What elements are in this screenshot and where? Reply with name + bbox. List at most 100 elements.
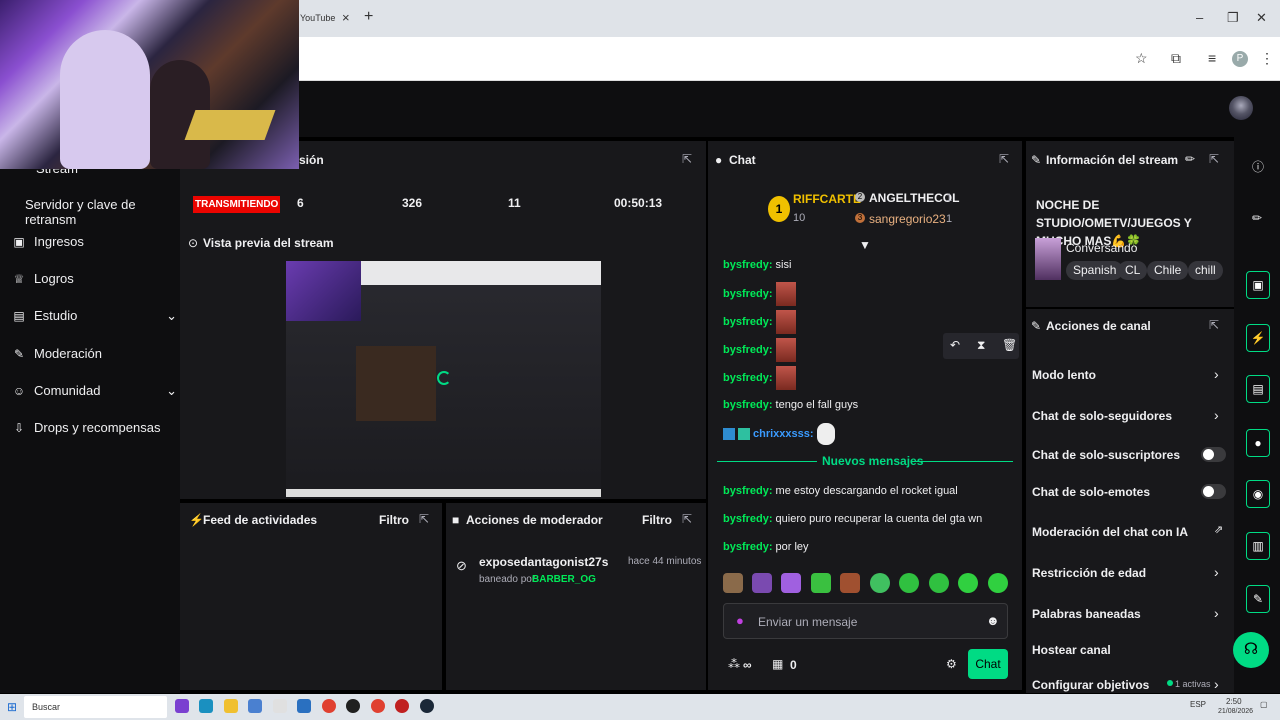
emote-picker-icon[interactable]: ☻ bbox=[986, 613, 1000, 628]
taskbar-calculator-icon[interactable] bbox=[248, 699, 262, 713]
popout-icon[interactable]: ⇱ bbox=[682, 152, 692, 166]
rail-document-icon[interactable]: ▤ bbox=[1246, 375, 1270, 403]
popout-icon[interactable]: ⇱ bbox=[682, 512, 692, 526]
browser-profile-icon[interactable]: P bbox=[1232, 51, 1248, 67]
quick-emote[interactable] bbox=[870, 573, 890, 593]
action-age-restriction[interactable]: Restricción de edad bbox=[1032, 566, 1146, 580]
leaderboard-name-3[interactable]: sangregorio23 bbox=[869, 212, 946, 226]
mod-action-by[interactable]: BARBER_OG bbox=[532, 574, 596, 585]
nav-item-server-key[interactable]: Servidor y clave de retransm bbox=[25, 197, 190, 227]
taskbar-store-icon[interactable] bbox=[273, 699, 287, 713]
browser-tab[interactable]: YouTube × + bbox=[296, 0, 388, 37]
chat-message[interactable]: bysfredy: por ley bbox=[723, 541, 809, 553]
popout-icon[interactable]: ⇱ bbox=[999, 152, 1009, 166]
windows-start-icon[interactable]: ⊞ bbox=[7, 700, 17, 714]
taskbar-obs-icon[interactable] bbox=[346, 699, 360, 713]
rail-lightning-icon[interactable]: ⚡ bbox=[1246, 324, 1270, 352]
nav-item-drops[interactable]: ⇩ Drops y recompensas bbox=[12, 420, 177, 435]
mod-action-user[interactable]: exposedantagonist27s bbox=[479, 555, 608, 569]
browser-menu-icon[interactable]: ⋮ bbox=[1260, 50, 1274, 67]
nav-item-revenue[interactable]: ▣ Ingresos bbox=[12, 234, 177, 249]
quick-emote[interactable] bbox=[958, 573, 978, 593]
chat-message[interactable]: bysfredy: bbox=[723, 310, 796, 334]
stream-preview-video[interactable] bbox=[286, 261, 601, 497]
taskbar-chrome-icon[interactable] bbox=[322, 699, 336, 713]
help-headset-icon[interactable]: ☊ bbox=[1233, 632, 1269, 668]
action-emote-only[interactable]: Chat de solo-emotes bbox=[1032, 485, 1150, 499]
nav-item-moderation[interactable]: ✎ Moderación bbox=[12, 346, 177, 361]
chevron-right-icon[interactable]: › bbox=[1214, 676, 1219, 692]
taskbar-edge-icon[interactable] bbox=[199, 699, 213, 713]
chevron-right-icon[interactable]: › bbox=[1214, 605, 1219, 621]
quick-emote[interactable] bbox=[929, 573, 949, 593]
tray-date[interactable]: 21/08/2026 bbox=[1218, 708, 1253, 715]
action-slow-mode[interactable]: Modo lento bbox=[1032, 368, 1096, 382]
user-avatar[interactable] bbox=[1229, 96, 1253, 120]
chat-username[interactable]: bysfredy: bbox=[723, 288, 773, 300]
chat-username[interactable]: bysfredy: bbox=[723, 316, 773, 328]
chat-username[interactable]: bysfredy: bbox=[723, 344, 773, 356]
maximize-icon[interactable]: ❐ bbox=[1227, 10, 1239, 26]
action-banned-words[interactable]: Palabras baneadas bbox=[1032, 607, 1141, 621]
popout-icon[interactable]: ⇱ bbox=[419, 512, 429, 526]
delete-icon[interactable]: 🗑 bbox=[1002, 338, 1017, 352]
chat-message[interactable]: bysfredy: me estoy descargando el rocket … bbox=[723, 485, 958, 497]
chevron-right-icon[interactable]: › bbox=[1214, 564, 1219, 580]
tray-time[interactable]: 2:50 bbox=[1226, 697, 1242, 706]
chat-message[interactable]: bysfredy: bbox=[723, 282, 796, 306]
rail-clip-icon[interactable]: ▣ bbox=[1246, 271, 1270, 299]
window-close-icon[interactable]: ✕ bbox=[1256, 10, 1267, 26]
chat-settings-gear-icon[interactable]: ⚙ bbox=[946, 657, 957, 671]
rail-layout-icon[interactable]: ▥ bbox=[1246, 532, 1270, 560]
subscribers-only-toggle[interactable] bbox=[1201, 447, 1226, 462]
channel-points-icon[interactable]: ● bbox=[736, 613, 744, 628]
tag-chip[interactable]: chill bbox=[1188, 261, 1223, 280]
action-ai-moderation[interactable]: Moderación del chat con IA bbox=[1032, 525, 1188, 539]
chat-username[interactable]: bysfredy: bbox=[723, 541, 773, 553]
leaderboard-name-1[interactable]: RIFFCARTE bbox=[793, 192, 861, 206]
rail-wrench-icon[interactable]: ✎ bbox=[1246, 585, 1270, 613]
quick-emote[interactable] bbox=[781, 573, 801, 593]
collapse-leaderboard-icon[interactable]: ▼ bbox=[859, 238, 871, 252]
action-host-channel[interactable]: Hostear canal bbox=[1032, 643, 1111, 657]
points-icon[interactable]: ⁂ bbox=[728, 657, 740, 671]
reply-icon[interactable]: ↶ bbox=[950, 338, 960, 352]
timeout-icon[interactable]: ⧗ bbox=[977, 338, 985, 353]
notification-icon[interactable]: ▢ bbox=[1260, 700, 1268, 709]
action-goals[interactable]: Configurar objetivos bbox=[1032, 678, 1149, 692]
new-tab-icon[interactable]: + bbox=[364, 8, 373, 26]
nav-item-community[interactable]: ☺ Comunidad ⌄ bbox=[12, 383, 177, 399]
tab-close-icon[interactable]: × bbox=[342, 10, 350, 25]
info-icon[interactable]: ⓘ bbox=[1252, 158, 1264, 175]
external-link-icon[interactable]: ⇗ bbox=[1214, 523, 1223, 536]
chat-username[interactable]: bysfredy: bbox=[723, 399, 773, 411]
chat-message[interactable]: bysfredy: tengo el fall guys bbox=[723, 399, 858, 411]
taskbar-app-icon[interactable] bbox=[395, 699, 409, 713]
extensions-icon[interactable]: ⧉ bbox=[1171, 50, 1181, 67]
nav-item-achievements[interactable]: ♕ Logros bbox=[12, 271, 177, 286]
category-box-art[interactable] bbox=[1035, 238, 1061, 280]
taskbar-app-icon[interactable] bbox=[175, 699, 189, 713]
quick-emote[interactable] bbox=[811, 573, 831, 593]
chat-username[interactable]: chrixxxsss: bbox=[753, 428, 814, 440]
action-subscribers-only[interactable]: Chat de solo-suscriptores bbox=[1032, 448, 1180, 462]
nav-item-studio[interactable]: ▤ Estudio ⌄ bbox=[12, 308, 177, 324]
tag-chip[interactable]: CL bbox=[1118, 261, 1148, 280]
chevron-right-icon[interactable]: › bbox=[1214, 407, 1219, 423]
media-control-icon[interactable]: ≡ bbox=[1208, 50, 1216, 66]
feed-filter-button[interactable]: Filtro bbox=[379, 513, 409, 527]
quick-emote[interactable] bbox=[840, 573, 860, 593]
chat-message[interactable]: bysfredy: quiero puro recuperar la cuenta… bbox=[723, 513, 982, 525]
quick-emote[interactable] bbox=[899, 573, 919, 593]
edit-pencil-icon[interactable]: ✏ bbox=[1185, 152, 1195, 166]
chat-send-button[interactable]: Chat bbox=[968, 649, 1008, 679]
taskbar-explorer-icon[interactable] bbox=[224, 699, 238, 713]
chat-message[interactable]: bysfredy: bbox=[723, 366, 796, 390]
chat-username[interactable]: bysfredy: bbox=[723, 372, 773, 384]
chat-username[interactable]: bysfredy: bbox=[723, 485, 773, 497]
category-name[interactable]: Conversando bbox=[1066, 241, 1137, 255]
taskbar-vscode-icon[interactable] bbox=[297, 699, 311, 713]
chat-message[interactable]: chrixxxsss: bbox=[723, 423, 835, 445]
taskbar-search[interactable]: Buscar bbox=[24, 696, 167, 718]
emote-only-toggle[interactable] bbox=[1201, 484, 1226, 499]
